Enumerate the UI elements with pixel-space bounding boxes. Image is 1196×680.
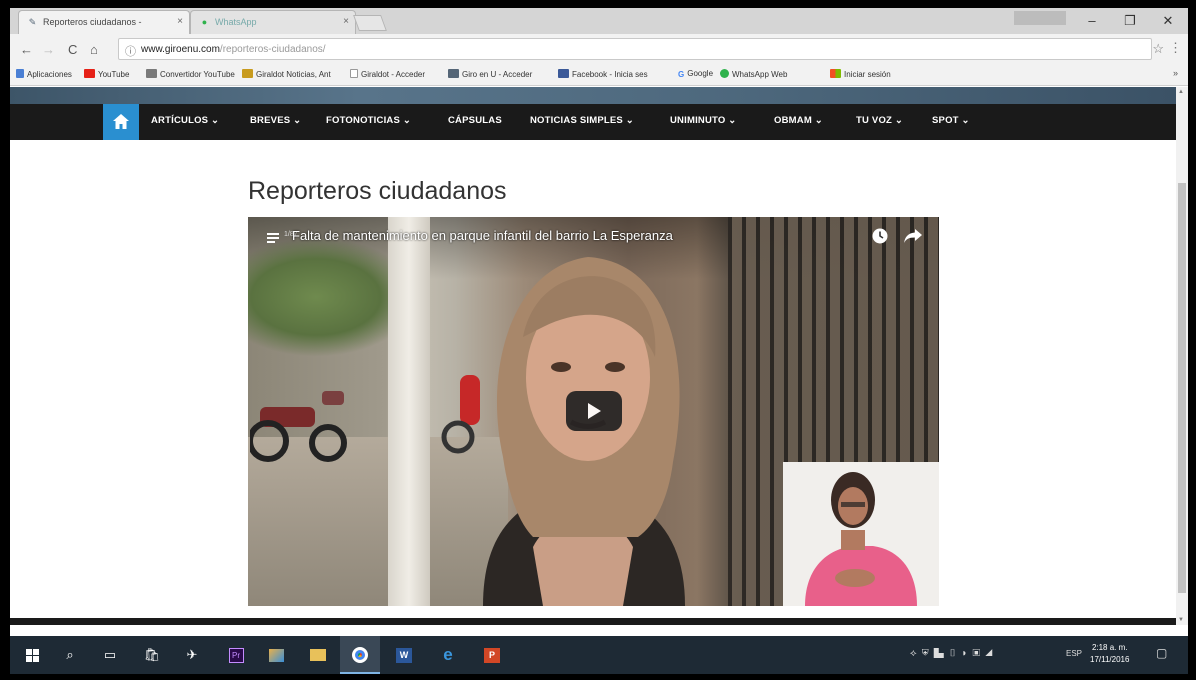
close-tab-icon[interactable]: × bbox=[343, 16, 349, 27]
bookmarks-bar: Aplicaciones YouTube Convertidor YouTube… bbox=[10, 64, 1188, 86]
app-icon[interactable]: ✈ bbox=[182, 645, 202, 665]
nav-breves[interactable]: BREVES ⌄ bbox=[250, 115, 301, 126]
close-tab-icon[interactable]: × bbox=[177, 16, 183, 27]
minimize-icon[interactable]: – bbox=[1084, 13, 1100, 28]
whatsapp-favicon-icon: ● bbox=[201, 17, 208, 27]
taskbar-clock[interactable]: 2:18 a. m. 17/11/2016 bbox=[1090, 642, 1129, 666]
photos-icon[interactable] bbox=[266, 645, 286, 665]
site-banner bbox=[10, 87, 1176, 104]
start-icon[interactable] bbox=[22, 645, 42, 665]
store-icon[interactable]: 🛍 bbox=[142, 645, 162, 665]
bookmark-iniciar-sesion[interactable]: Iniciar sesión bbox=[830, 69, 891, 79]
home-icon bbox=[113, 114, 129, 129]
restore-icon[interactable]: ❐ bbox=[1122, 13, 1138, 29]
news-icon bbox=[242, 69, 253, 78]
page-title: Reporteros ciudadanos bbox=[248, 177, 507, 205]
google-icon: G bbox=[678, 70, 685, 79]
tab-title: WhatsApp bbox=[215, 17, 257, 27]
action-center-icon[interactable]: ▢ bbox=[1156, 646, 1167, 660]
new-tab-button[interactable] bbox=[353, 15, 387, 31]
more-bookmarks-button[interactable]: » bbox=[1173, 68, 1178, 78]
language-indicator[interactable]: ESP bbox=[1066, 649, 1082, 658]
play-button[interactable] bbox=[566, 391, 622, 431]
nav-tu-voz[interactable]: TU VOZ ⌄ bbox=[856, 115, 903, 126]
home-icon[interactable]: ⌂ bbox=[90, 42, 98, 57]
bookmark-apps[interactable]: Aplicaciones bbox=[16, 69, 72, 79]
user-profile-button[interactable] bbox=[1014, 11, 1066, 25]
nav-obmam[interactable]: OBMAM ⌄ bbox=[774, 115, 823, 126]
address-host: www.giroenu.com bbox=[141, 44, 220, 55]
premiere-icon[interactable]: Pr bbox=[226, 645, 246, 665]
apps-icon bbox=[16, 69, 24, 78]
browser-toolbar: ← → C ⌂ ⓘ www.giroenu.com/reporteros-ciu… bbox=[10, 34, 1188, 64]
system-tray[interactable]: ⟡⛨▙▯◗▣◢ bbox=[910, 648, 998, 659]
play-icon bbox=[588, 403, 601, 419]
clock-date: 17/11/2016 bbox=[1090, 655, 1130, 664]
playlist-icon[interactable] bbox=[267, 230, 279, 248]
giroenu-icon bbox=[448, 69, 459, 78]
screen: ✎ Reporteros ciudadanos - × ● WhatsApp ×… bbox=[10, 8, 1188, 674]
info-icon[interactable]: ⓘ bbox=[125, 43, 136, 59]
bookmark-facebook[interactable]: Facebook - Inicia ses bbox=[558, 69, 648, 79]
bookmark-youtube[interactable]: YouTube bbox=[84, 69, 129, 79]
back-arrow-icon[interactable]: ← bbox=[20, 42, 33, 57]
whatsapp-icon bbox=[720, 69, 729, 78]
windows-taskbar: ⌕ ▭ 🛍 ✈ Pr W e P ⟡⛨▙▯◗▣◢ ESP 2:18 a. m. … bbox=[10, 636, 1188, 674]
microsoft-icon bbox=[830, 69, 841, 78]
bookmark-giraldot-noticias[interactable]: Giraldot Noticias, Ant bbox=[242, 69, 331, 79]
bookmark-giraldot-acceder[interactable]: Giraldot - Acceder bbox=[350, 69, 425, 79]
facebook-icon bbox=[558, 69, 569, 78]
nav-fotonoticias[interactable]: FOTONOTICIAS ⌄ bbox=[326, 115, 411, 126]
menu-icon[interactable]: ⋮ bbox=[1169, 40, 1182, 56]
sign-language-interpreter-image bbox=[783, 462, 939, 606]
scroll-up-icon[interactable]: ▲ bbox=[1178, 89, 1184, 95]
scroll-down-icon[interactable]: ▼ bbox=[1178, 617, 1184, 623]
site-navbar: ARTÍCULOS ⌄ BREVES ⌄ FOTONOTICIAS ⌄ CÁPS… bbox=[10, 104, 1176, 140]
chrome-icon[interactable] bbox=[350, 645, 370, 665]
page-icon bbox=[350, 69, 358, 78]
tab-title: Reporteros ciudadanos - bbox=[43, 17, 142, 27]
reload-icon[interactable]: C bbox=[68, 42, 77, 57]
nav-uniminuto[interactable]: UNIMINUTO ⌄ bbox=[670, 115, 736, 126]
watch-later-icon[interactable] bbox=[872, 228, 888, 244]
search-icon[interactable]: ⌕ bbox=[60, 645, 80, 665]
nav-noticias-simples[interactable]: NOTICIAS SIMPLES ⌄ bbox=[530, 115, 634, 126]
tab-whatsapp[interactable]: ● WhatsApp × bbox=[190, 10, 356, 34]
edge-icon[interactable]: e bbox=[438, 645, 458, 665]
bookmark-giroenu-acceder[interactable]: Giro en U - Acceder bbox=[448, 69, 532, 79]
giroenu-favicon-icon: ✎ bbox=[28, 17, 37, 27]
word-icon[interactable]: W bbox=[394, 645, 414, 665]
video-title[interactable]: Falta de mantenimiento en parque infanti… bbox=[292, 228, 673, 243]
tab-strip: ✎ Reporteros ciudadanos - × ● WhatsApp ×… bbox=[10, 8, 1188, 34]
motorcycle-image bbox=[250, 391, 347, 462]
nav-capsulas[interactable]: CÁPSULAS bbox=[448, 115, 502, 126]
tab-reporteros[interactable]: ✎ Reporteros ciudadanos - × bbox=[18, 10, 190, 34]
video-player[interactable]: 1/87 Falta de mantenimiento en parque in… bbox=[248, 217, 939, 606]
scroll-thumb[interactable] bbox=[1178, 183, 1186, 593]
close-window-icon[interactable]: ✕ bbox=[1160, 13, 1176, 29]
clock-time: 2:18 a. m. bbox=[1091, 643, 1128, 652]
site-home-button[interactable] bbox=[103, 104, 139, 140]
forward-arrow-icon[interactable]: → bbox=[42, 42, 55, 57]
bookmark-star-icon[interactable]: ☆ bbox=[1152, 41, 1164, 57]
bookmark-convertidor[interactable]: Convertidor YouTube bbox=[146, 69, 235, 79]
bookmark-google[interactable]: G Google bbox=[678, 69, 713, 79]
sign-language-inset bbox=[783, 462, 939, 606]
bookmark-whatsapp-web[interactable]: WhatsApp Web bbox=[720, 69, 787, 79]
youtube-icon bbox=[84, 69, 95, 78]
nav-articulos[interactable]: ARTÍCULOS ⌄ bbox=[151, 115, 219, 126]
address-path: /reporteros-ciudadanos/ bbox=[219, 44, 326, 55]
nav-spot[interactable]: SPOT ⌄ bbox=[932, 115, 970, 126]
web-page: ARTÍCULOS ⌄ BREVES ⌄ FOTONOTICIAS ⌄ CÁPS… bbox=[10, 87, 1176, 625]
converter-icon bbox=[146, 69, 157, 78]
site-footer-bar bbox=[10, 618, 1176, 625]
page-scrollbar[interactable]: ▲ ▼ bbox=[1176, 87, 1188, 625]
share-icon[interactable] bbox=[904, 229, 922, 243]
address-bar[interactable]: ⓘ www.giroenu.com/reporteros-ciudadanos/ bbox=[118, 38, 1152, 60]
powerpoint-icon[interactable]: P bbox=[482, 645, 502, 665]
task-view-icon[interactable]: ▭ bbox=[100, 645, 120, 665]
folder-icon[interactable] bbox=[308, 645, 328, 665]
